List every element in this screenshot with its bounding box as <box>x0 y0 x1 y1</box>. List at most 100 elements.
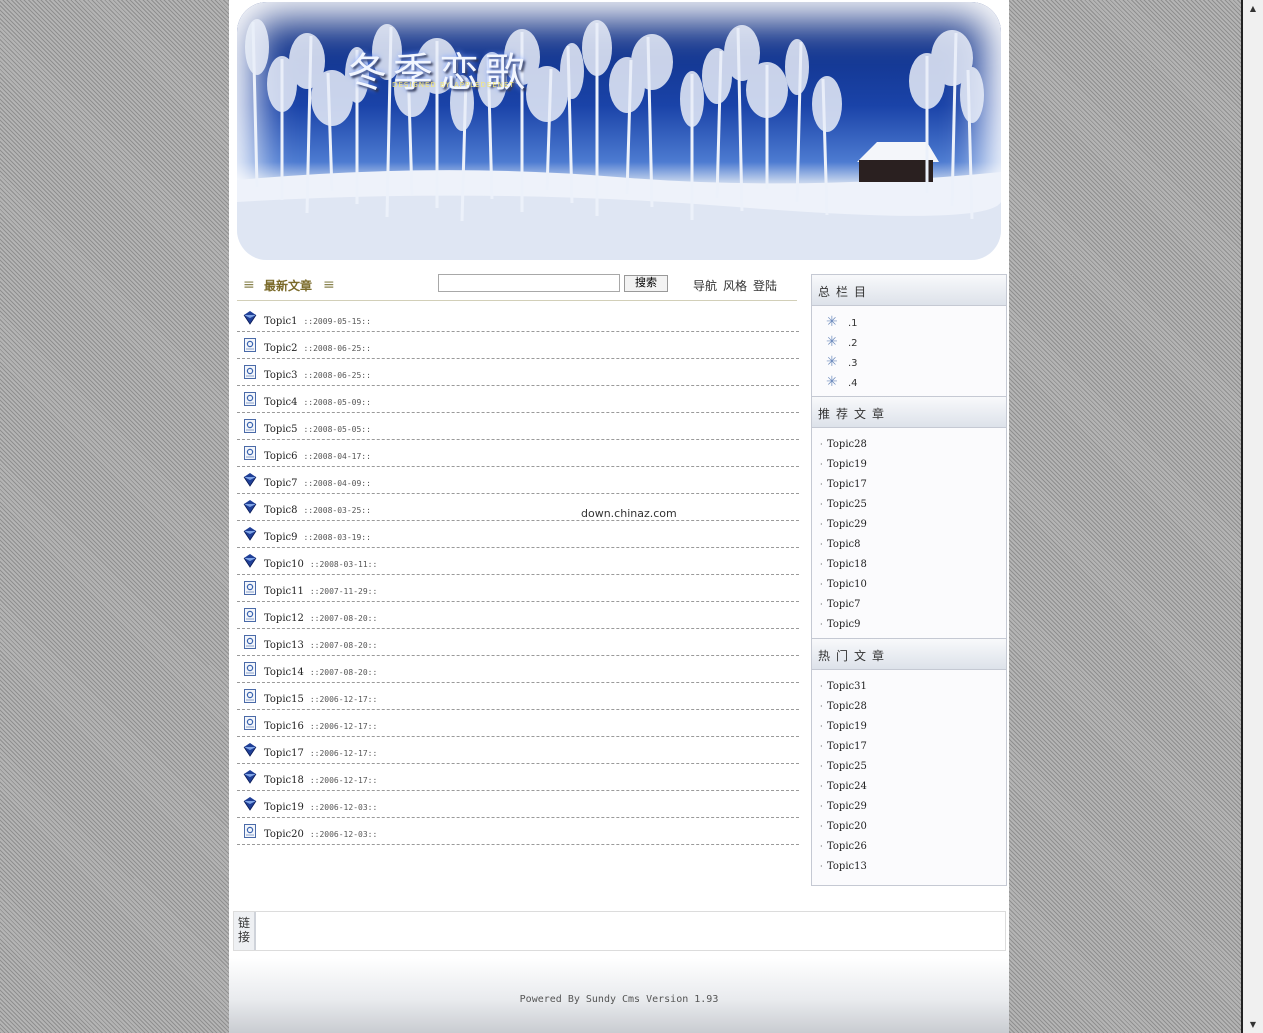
article-date: ::2008-04-09:: <box>303 479 371 488</box>
article-link[interactable]: Topic20::2006-12-03:: <box>264 829 377 840</box>
gem-icon <box>243 554 257 568</box>
nav-link[interactable]: 导航 <box>693 277 717 294</box>
bullet-icon: · <box>820 742 823 751</box>
search-button[interactable]: 搜索 <box>624 275 668 292</box>
article-link[interactable]: Topic11::2007-11-29:: <box>264 586 377 597</box>
article-title: Topic17 <box>264 748 304 759</box>
sidebar-article-link[interactable]: Topic10 <box>827 579 867 590</box>
scroll-down-arrow-icon[interactable]: ▼ <box>1247 1020 1259 1029</box>
vertical-scrollbar[interactable]: ▲ ▼ <box>1241 0 1263 1033</box>
article-row: Topic2::2008-06-25:: <box>237 332 799 359</box>
article-link[interactable]: Topic10::2008-03-11:: <box>264 559 377 570</box>
article-title: Topic9 <box>264 532 298 543</box>
site-logo-subtitle: DESIGNED BY APPLEDEENET <box>392 81 515 89</box>
hot-item: · Topic13 <box>812 856 1006 876</box>
article-title: Topic3 <box>264 370 298 381</box>
hot-item: · Topic19 <box>812 716 1006 736</box>
article-date: ::2006-12-17:: <box>309 776 378 785</box>
article-link[interactable]: Topic1::2009-05-15:: <box>264 316 371 327</box>
bullet-icon: · <box>820 600 823 609</box>
document-icon <box>244 716 256 730</box>
category-item[interactable]: ✳ .4 <box>812 372 1006 392</box>
sidebar-article-link[interactable]: Topic19 <box>827 459 867 470</box>
article-link[interactable]: Topic7::2008-04-09:: <box>264 478 371 489</box>
gem-icon <box>243 473 257 487</box>
latest-articles-title: 最新文章 <box>264 279 313 293</box>
article-title: Topic13 <box>264 640 304 651</box>
sidebar-article-link[interactable]: Topic18 <box>827 559 867 570</box>
page-container: 冬季恋歌 DESIGNED BY APPLEDEENET ≡ 最新文章 ≡ 搜索… <box>229 0 1009 1033</box>
menu-lines-icon: ≡ <box>243 277 255 293</box>
article-link[interactable]: Topic4::2008-05-09:: <box>264 397 371 408</box>
sidebar-article-link[interactable]: Topic17 <box>827 479 867 490</box>
article-title: Topic1 <box>264 316 298 327</box>
watermark-text: down.chinaz.com <box>581 507 677 520</box>
article-date: ::2008-06-25:: <box>303 371 371 380</box>
sidebar-article-link[interactable]: Topic28 <box>827 701 867 712</box>
sidebar-article-link[interactable]: Topic31 <box>827 681 867 692</box>
article-link[interactable]: Topic6::2008-04-17:: <box>264 451 371 462</box>
hot-header: 热门文章 <box>812 638 1006 670</box>
article-row: Topic16::2006-12-17:: <box>237 710 799 737</box>
sidebar-article-link[interactable]: Topic24 <box>827 781 867 792</box>
sidebar-article-link[interactable]: Topic26 <box>827 841 867 852</box>
bullet-icon: · <box>820 682 823 691</box>
category-item[interactable]: ✳ .3 <box>812 352 1006 372</box>
style-link[interactable]: 风格 <box>723 277 747 294</box>
hot-item: · Topic31 <box>812 676 1006 696</box>
article-link[interactable]: Topic17::2006-12-17:: <box>264 748 377 759</box>
article-link[interactable]: Topic2::2008-06-25:: <box>264 343 371 354</box>
latest-articles-list: Topic1::2009-05-15:: Topic2::2008-06-25::… <box>237 305 799 845</box>
snowflake-icon: ✳ <box>826 354 838 370</box>
sidebar-article-link[interactable]: Topic25 <box>827 761 867 772</box>
sidebar-article-link[interactable]: Topic8 <box>827 539 860 550</box>
article-link[interactable]: Topic12::2007-08-20:: <box>264 613 377 624</box>
gem-icon <box>243 500 257 514</box>
sidebar-article-link[interactable]: Topic28 <box>827 439 867 450</box>
login-link[interactable]: 登陆 <box>753 277 777 294</box>
article-date: ::2008-05-09:: <box>303 398 371 407</box>
sidebar-article-link[interactable]: Topic9 <box>827 619 860 630</box>
gem-icon <box>243 743 257 757</box>
sidebar-article-link[interactable]: Topic20 <box>827 821 867 832</box>
article-link[interactable]: Topic16::2006-12-17:: <box>264 721 377 732</box>
article-link[interactable]: Topic8::2008-03-25:: <box>264 505 371 516</box>
sidebar-article-link[interactable]: Topic13 <box>827 861 867 872</box>
article-title: Topic5 <box>264 424 298 435</box>
hot-item: · Topic28 <box>812 696 1006 716</box>
article-link[interactable]: Topic14::2007-08-20:: <box>264 667 377 678</box>
document-icon <box>244 689 256 703</box>
sidebar-article-link[interactable]: Topic25 <box>827 499 867 510</box>
snowflake-icon: ✳ <box>826 314 838 330</box>
recommended-item: · Topic7 <box>812 594 1006 614</box>
sidebar-article-link[interactable]: Topic19 <box>827 721 867 732</box>
recommended-item: · Topic18 <box>812 554 1006 574</box>
article-link[interactable]: Topic5::2008-05-05:: <box>264 424 371 435</box>
article-title: Topic12 <box>264 613 304 624</box>
scroll-up-arrow-icon[interactable]: ▲ <box>1247 4 1259 13</box>
article-link[interactable]: Topic3::2008-06-25:: <box>264 370 371 381</box>
sidebar-article-link[interactable]: Topic17 <box>827 741 867 752</box>
article-row: Topic4::2008-05-09:: <box>237 386 799 413</box>
search-input[interactable] <box>438 274 620 292</box>
sidebar-article-link[interactable]: Topic29 <box>827 519 867 530</box>
article-link[interactable]: Topic13::2007-08-20:: <box>264 640 377 651</box>
category-item[interactable]: ✳ .2 <box>812 332 1006 352</box>
categories-list: ✳ .1 ✳ .2 ✳ .3 ✳ .4 <box>812 306 1006 396</box>
article-link[interactable]: Topic15::2006-12-17:: <box>264 694 377 705</box>
sidebar-article-link[interactable]: Topic7 <box>827 599 860 610</box>
category-item[interactable]: ✳ .1 <box>812 312 1006 332</box>
bullet-icon: · <box>820 722 823 731</box>
sidebar-article-link[interactable]: Topic29 <box>827 801 867 812</box>
article-title: Topic16 <box>264 721 304 732</box>
bullet-icon: · <box>820 500 823 509</box>
article-link[interactable]: Topic9::2008-03-19:: <box>264 532 371 543</box>
menu-lines-icon: ≡ <box>323 277 335 293</box>
article-title: Topic18 <box>264 775 304 786</box>
article-row: Topic19::2006-12-03:: <box>237 791 799 818</box>
recommended-item: · Topic8 <box>812 534 1006 554</box>
article-link[interactable]: Topic18::2006-12-17:: <box>264 775 377 786</box>
article-date: ::2008-04-17:: <box>303 452 371 461</box>
article-link[interactable]: Topic19::2006-12-03:: <box>264 802 377 813</box>
recommended-item: · Topic9 <box>812 614 1006 634</box>
